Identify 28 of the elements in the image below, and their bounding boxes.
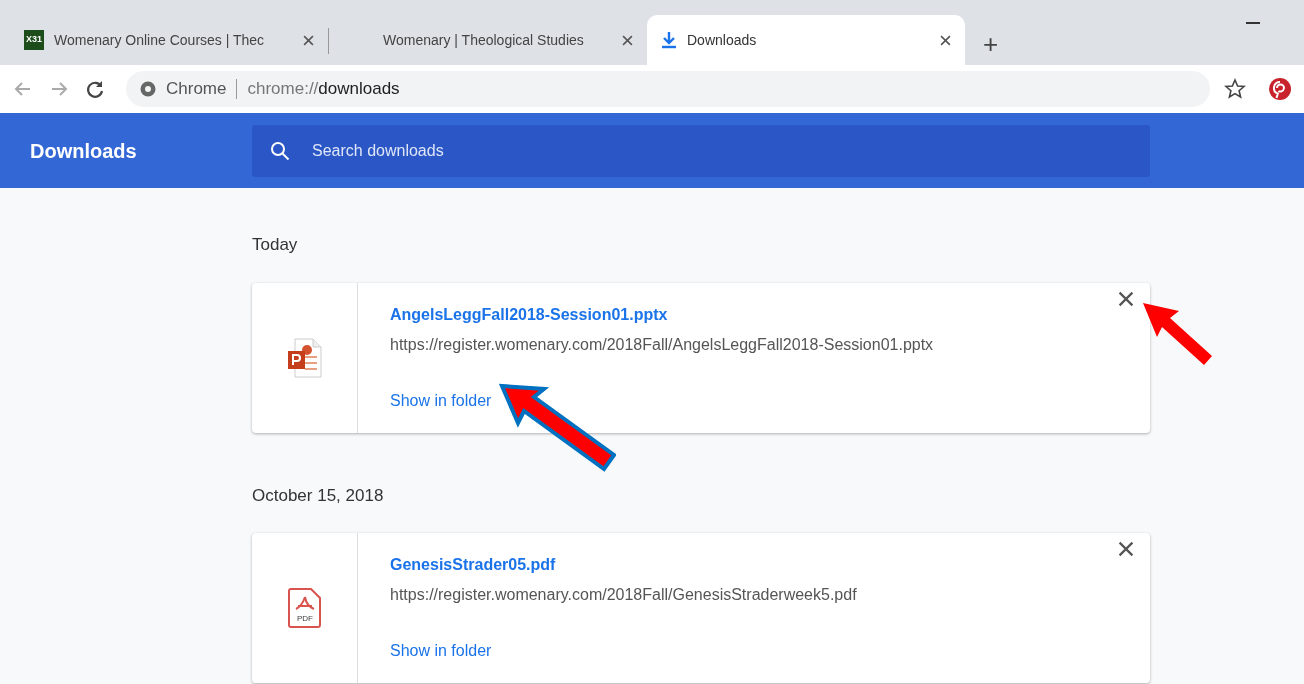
address-bar[interactable]: Chrome chrome://downloads [126, 71, 1210, 107]
date-heading: October 15, 2018 [252, 484, 385, 507]
show-in-folder-link[interactable]: Show in folder [390, 388, 492, 413]
tab-title: Downloads [687, 30, 758, 50]
source-url: https://register.womenary.com/2018Fall/GenesisStraderweek5.pdf [390, 585, 857, 605]
file-link[interactable]: GenesisStrader05.pdf [390, 553, 857, 577]
star-icon[interactable] [1224, 78, 1246, 100]
search-field[interactable]: Search downloads [252, 124, 1150, 177]
page-title: Downloads [29, 138, 138, 164]
browser-tab[interactable]: X31 Womenary Online Courses | Thec [10, 15, 328, 65]
close-icon[interactable] [303, 34, 314, 46]
site-label: Chrome [166, 78, 227, 101]
pdf-file-icon: PDF [287, 587, 322, 629]
tab-title: Womenary | Theological Studies [383, 30, 585, 50]
date-heading: Today [252, 234, 299, 256]
file-link[interactable]: AngelsLeggFall2018-Session01.pptx [390, 302, 934, 327]
favicon: X31 [24, 30, 44, 50]
powerpoint-file-icon [286, 337, 323, 378]
tab-title: Womenary Online Courses | Thec [54, 30, 266, 50]
url-text: chrome://downloads [247, 78, 400, 101]
show-in-folder-link[interactable]: Show in folder [390, 639, 492, 663]
close-icon[interactable] [622, 34, 633, 46]
download-icon [661, 31, 677, 49]
source-url: https://register.womenary.com/2018Fall/AngelsLeggFall2018-Session01.pptx [390, 334, 934, 355]
browser-tab[interactable]: Downloads [647, 15, 965, 65]
browser-tab[interactable]: Womenary | Theological Studies [329, 15, 647, 65]
new-tab-button[interactable]: + [983, 31, 999, 57]
close-icon[interactable] [940, 34, 951, 46]
